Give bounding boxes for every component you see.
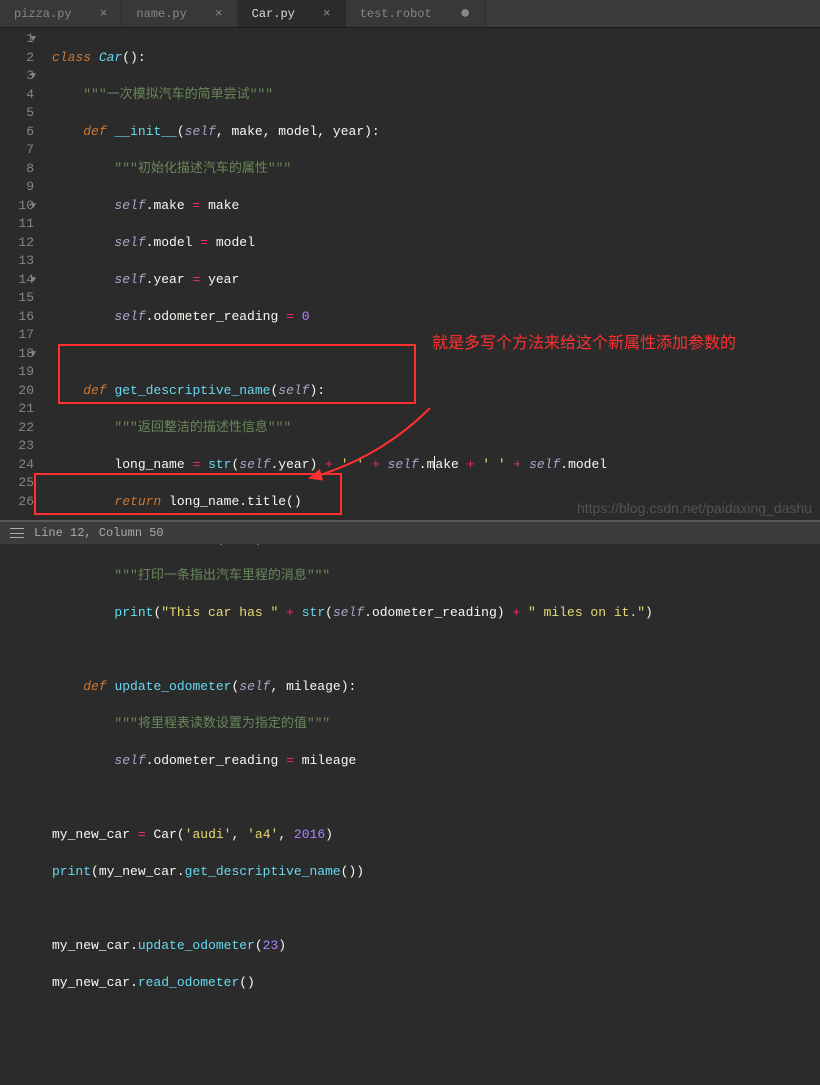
tab-label: name.py — [136, 7, 186, 21]
tab-label: Car.py — [252, 7, 295, 21]
watermark: https://blog.csdn.net/paidaxing_dashu — [577, 500, 812, 516]
tab-bar: pizza.py × name.py × Car.py × test.robot● — [0, 0, 820, 28]
code-area[interactable]: class Car(): """一次模拟汽车的简单尝试""" def __ini… — [44, 28, 820, 518]
menu-icon[interactable] — [10, 528, 24, 538]
tab-test[interactable]: test.robot● — [346, 0, 486, 27]
tab-pizza[interactable]: pizza.py × — [0, 0, 122, 27]
line-gutter: 1▼23▼45678910▼11121314▼15161718▼19202122… — [0, 28, 44, 518]
close-icon[interactable]: × — [100, 6, 108, 21]
annotation-text: 就是多写个方法来给这个新属性添加参数的 — [432, 332, 812, 356]
tab-car[interactable]: Car.py × — [238, 0, 346, 27]
tab-label: test.robot — [360, 7, 432, 21]
close-icon[interactable]: × — [215, 6, 223, 21]
tab-label: pizza.py — [14, 7, 72, 21]
cursor-position: Line 12, Column 50 — [34, 526, 164, 540]
close-icon[interactable]: × — [323, 6, 331, 21]
status-bar: Line 12, Column 50 — [0, 520, 820, 544]
editor[interactable]: 1▼23▼45678910▼11121314▼15161718▼19202122… — [0, 28, 820, 518]
tab-name[interactable]: name.py × — [122, 0, 237, 27]
